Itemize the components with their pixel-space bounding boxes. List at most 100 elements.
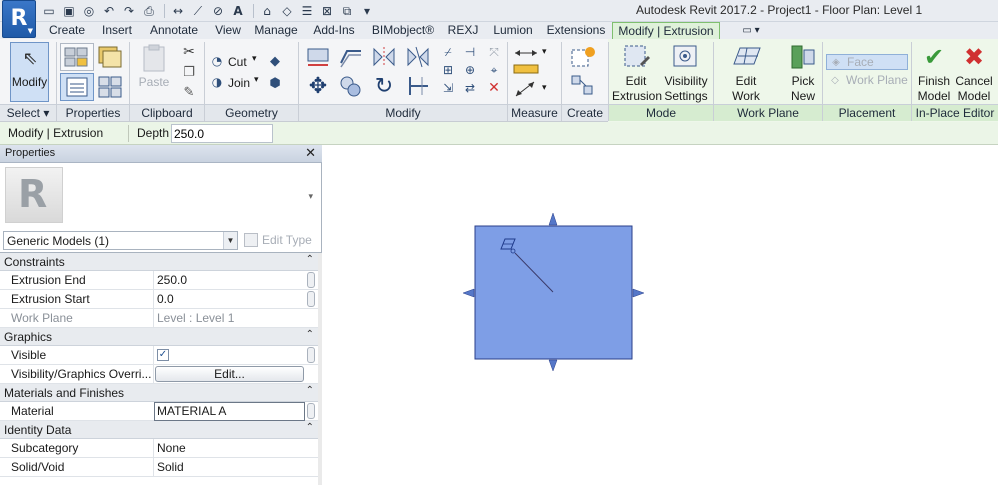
- trim-extend-multiple-icon[interactable]: ⤧: [486, 44, 502, 60]
- collapse-icon[interactable]: ⌃: [306, 254, 314, 265]
- extrusion-element[interactable]: [474, 225, 633, 360]
- category-constraints[interactable]: Constraints ⌃: [0, 253, 318, 271]
- paste-button[interactable]: Paste: [136, 43, 172, 101]
- associate-parameter-button[interactable]: [307, 272, 315, 288]
- tab-view[interactable]: View: [208, 22, 248, 39]
- property-row-extrusion-end[interactable]: Extrusion End 250.0: [0, 271, 318, 290]
- finish-model-button[interactable]: ✔ Finish Model: [914, 42, 954, 104]
- property-row-vg-overrides[interactable]: Visibility/Graphics Overri... Edit...: [0, 365, 318, 384]
- switch-windows-icon[interactable]: ⧉: [338, 2, 356, 20]
- align-icon[interactable]: [304, 44, 332, 70]
- type-preview-dropdown-icon[interactable]: ▾: [308, 191, 313, 202]
- associate-parameter-button[interactable]: [307, 403, 315, 419]
- property-row-visible[interactable]: Visible ✓: [0, 346, 318, 365]
- tab-lumion[interactable]: Lumion: [486, 22, 540, 39]
- property-value[interactable]: 0.0: [157, 292, 174, 306]
- category-materials[interactable]: Materials and Finishes ⌃: [0, 384, 318, 402]
- section-icon[interactable]: ◇: [278, 2, 296, 20]
- face-placement-button[interactable]: ◈ Face: [826, 54, 908, 70]
- drawing-canvas[interactable]: [323, 145, 998, 485]
- wall-joins-icon[interactable]: ◆: [266, 52, 284, 70]
- shape-handle-right[interactable]: [632, 288, 645, 298]
- tab-add-ins[interactable]: Add-Ins: [306, 22, 362, 39]
- scale-icon[interactable]: ⇲: [440, 80, 456, 96]
- tag-icon[interactable]: ⊘: [209, 2, 227, 20]
- visible-checkbox[interactable]: ✓: [157, 349, 169, 361]
- property-row-subcategory[interactable]: Subcategory None: [0, 439, 318, 458]
- property-value[interactable]: MATERIAL A: [157, 404, 226, 418]
- unpin-icon[interactable]: ⇄: [462, 80, 478, 96]
- shape-handle-top[interactable]: [548, 212, 558, 226]
- create-similar-icon[interactable]: [568, 44, 598, 70]
- thin-lines-icon[interactable]: ☰: [298, 2, 316, 20]
- close-hidden-icon[interactable]: ⊠: [318, 2, 336, 20]
- unpin-element-icon[interactable]: ⌖: [486, 62, 502, 78]
- property-value[interactable]: Solid: [157, 460, 184, 474]
- associate-parameter-button[interactable]: [307, 347, 315, 363]
- copy-element-icon[interactable]: [337, 72, 365, 100]
- shape-handle-bottom[interactable]: [548, 359, 558, 372]
- move-icon[interactable]: ✥: [304, 72, 332, 100]
- type-selector[interactable]: Generic Models (1) ▼: [3, 231, 238, 250]
- category-graphics[interactable]: Graphics ⌃: [0, 328, 318, 346]
- pin-icon[interactable]: ⊕: [462, 62, 478, 78]
- application-menu-button[interactable]: R ▼: [2, 0, 36, 38]
- tab-modify-extrusion[interactable]: Modify | Extrusion: [612, 22, 720, 39]
- select-panel-label[interactable]: Select ▾: [0, 104, 56, 121]
- type-properties-icon[interactable]: [60, 43, 94, 71]
- ribbon-display-toggle-icon[interactable]: ▭ ▾: [734, 22, 768, 39]
- tab-extensions[interactable]: Extensions: [543, 22, 609, 39]
- tab-annotate[interactable]: Annotate: [143, 22, 205, 39]
- delete-icon[interactable]: ✕: [486, 80, 502, 96]
- family-types-icon[interactable]: [96, 43, 124, 71]
- array-icon[interactable]: ⊞: [440, 62, 456, 78]
- vg-edit-button[interactable]: Edit...: [155, 366, 304, 382]
- trim-extend-icon[interactable]: [404, 72, 432, 100]
- undo-icon[interactable]: ↶: [100, 2, 118, 20]
- pick-new-host-button[interactable]: Pick New: [782, 42, 824, 104]
- aligned-dimension-icon[interactable]: [512, 78, 540, 100]
- split-element-icon[interactable]: ⌿: [440, 44, 456, 60]
- edit-type-button[interactable]: Edit Type: [262, 233, 312, 247]
- mirror-draw-icon[interactable]: [404, 44, 432, 70]
- property-row-material[interactable]: Material MATERIAL A: [0, 402, 318, 421]
- chevron-down-icon[interactable]: ▼: [223, 232, 237, 249]
- cut-dropdown-icon[interactable]: ▾: [252, 53, 257, 64]
- text-icon[interactable]: A: [229, 2, 247, 20]
- property-value[interactable]: 250.0: [157, 273, 187, 287]
- element-properties-icon[interactable]: [60, 73, 94, 101]
- tab-insert[interactable]: Insert: [95, 22, 139, 39]
- cut-geometry-label[interactable]: Cut: [228, 55, 247, 69]
- property-row-solid-void[interactable]: Solid/Void Solid: [0, 458, 318, 477]
- sync-icon[interactable]: ◎: [80, 2, 98, 20]
- work-plane-placement-button[interactable]: ◇ Work Plane: [826, 73, 908, 89]
- visibility-settings-button[interactable]: Visibility Settings: [662, 42, 710, 104]
- collapse-icon[interactable]: ⌃: [306, 385, 314, 396]
- category-identity-data[interactable]: Identity Data ⌃: [0, 421, 318, 439]
- tab-manage[interactable]: Manage: [250, 22, 302, 39]
- join-geometry-label[interactable]: Join: [228, 76, 250, 90]
- shape-handle-left[interactable]: [462, 288, 475, 298]
- collapse-icon[interactable]: ⌃: [306, 422, 314, 433]
- family-category-icon[interactable]: [96, 73, 124, 101]
- save-icon[interactable]: ▣: [60, 2, 78, 20]
- offset-icon[interactable]: [337, 44, 365, 70]
- depth-input[interactable]: [171, 124, 273, 143]
- close-icon[interactable]: ✕: [305, 146, 316, 161]
- copy-icon[interactable]: ❐: [180, 63, 198, 81]
- edit-work-plane-button[interactable]: Edit Work Plane: [716, 42, 776, 118]
- dimension-dropdown-icon[interactable]: ▾: [542, 82, 547, 93]
- cut-scissors-icon[interactable]: ✂: [180, 43, 198, 61]
- join-geometry-icon[interactable]: ◑: [208, 74, 226, 90]
- edit-extrusion-button[interactable]: Edit Extrusion: [612, 42, 662, 104]
- properties-scrollbar[interactable]: [318, 253, 322, 485]
- 3d-view-icon[interactable]: ⌂: [258, 2, 276, 20]
- property-row-extrusion-start[interactable]: Extrusion Start 0.0: [0, 290, 318, 309]
- tab-rexj[interactable]: REXJ: [444, 22, 482, 39]
- customize-qat-icon[interactable]: ▾: [358, 2, 376, 20]
- measure-dropdown-icon[interactable]: ▾: [542, 46, 547, 57]
- ruler-icon[interactable]: [512, 62, 540, 76]
- cancel-model-button[interactable]: ✖ Cancel Model: [953, 42, 995, 104]
- print-icon[interactable]: ⎙: [140, 2, 158, 20]
- properties-header[interactable]: Properties ✕: [0, 145, 322, 163]
